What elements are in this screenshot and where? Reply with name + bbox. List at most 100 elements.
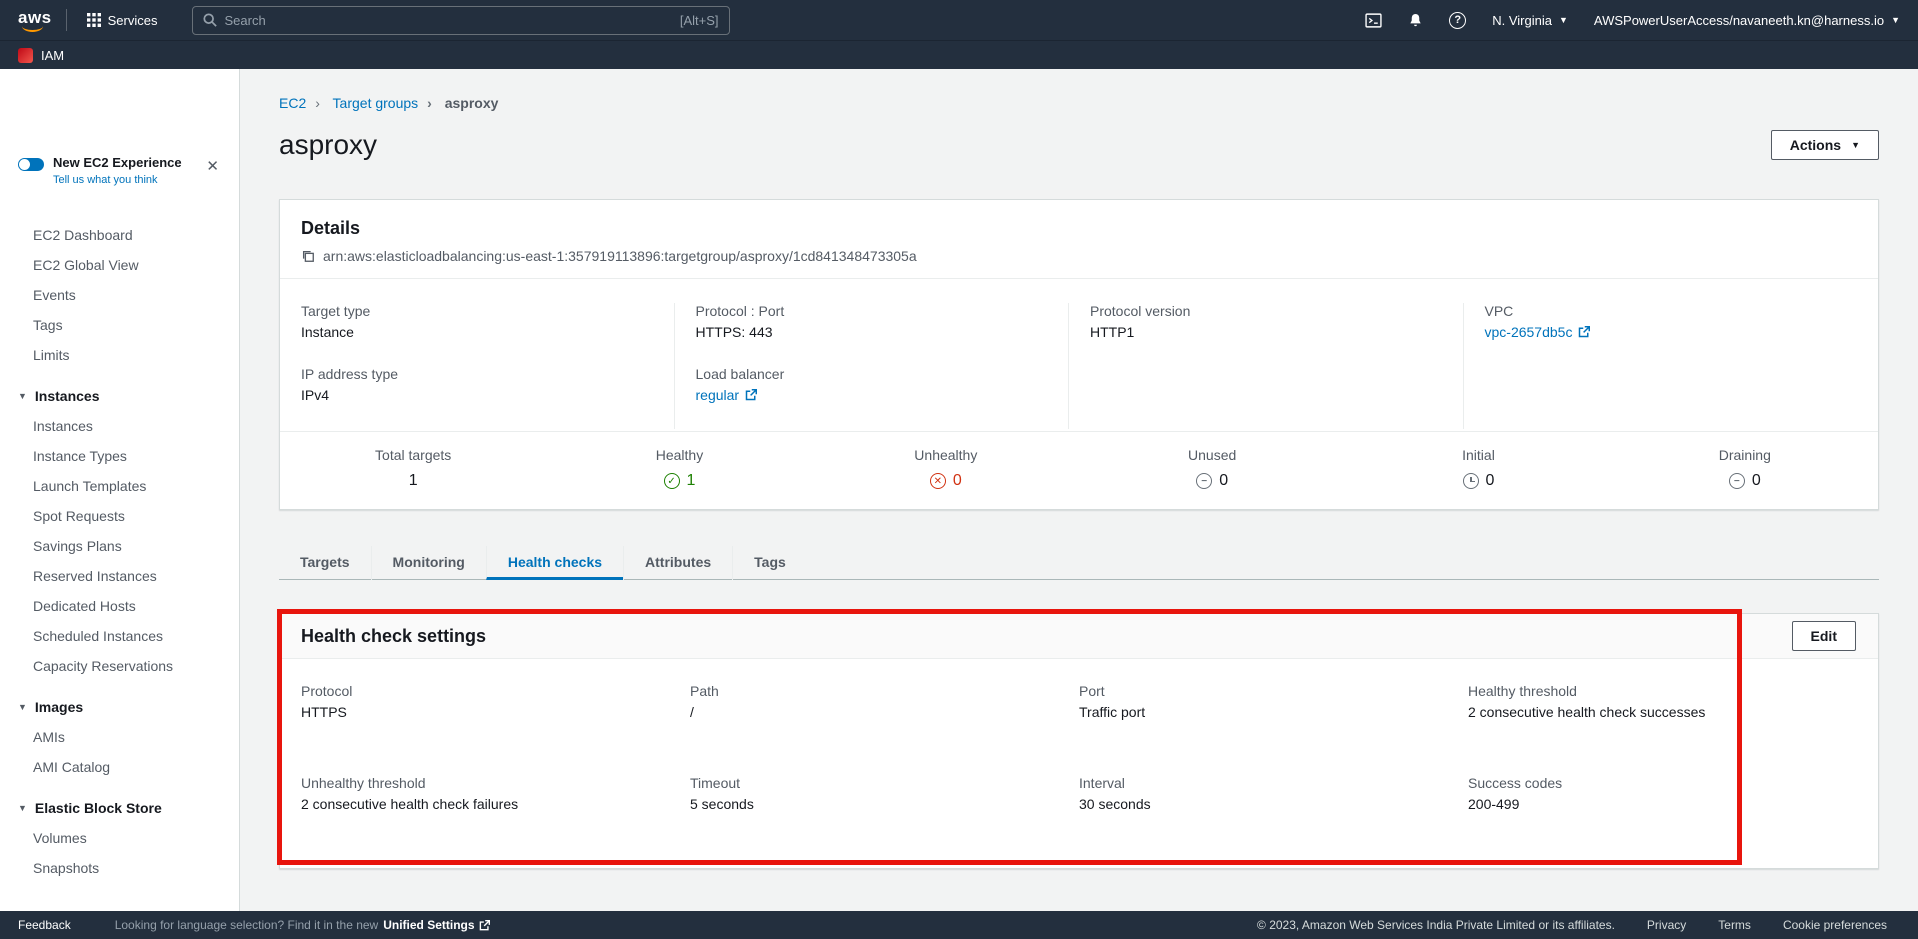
- new-experience-banner: New EC2 Experience Tell us what you thin…: [18, 155, 221, 186]
- sidebar-item[interactable]: ▼ Volumes: [0, 823, 239, 853]
- search-shortcut-hint: [Alt+S]: [680, 13, 719, 28]
- stat-label: Draining: [1612, 447, 1878, 463]
- search-input[interactable]: [225, 13, 672, 28]
- tab[interactable]: Health checks: [486, 546, 623, 580]
- field-target-type: Target type Instance: [301, 303, 674, 340]
- sidebar-item[interactable]: ▼ Capacity Reservations: [0, 651, 239, 681]
- field-hc-healthy-threshold: Healthy threshold 2 consecutive health c…: [1468, 683, 1857, 720]
- tab[interactable]: Targets: [279, 546, 371, 580]
- services-label: Services: [108, 13, 158, 28]
- cloudshell-icon[interactable]: [1365, 12, 1382, 29]
- health-check-card: Health check settings Edit Protocol HTTP…: [279, 613, 1879, 869]
- sidebar-item-label: Volumes: [33, 830, 87, 846]
- sidebar-item-label: Images: [35, 699, 83, 715]
- breadcrumb-item[interactable]: EC2: [279, 95, 306, 111]
- account-menu[interactable]: AWSPowerUserAccess/navaneeth.kn@harness.…: [1594, 13, 1900, 28]
- sidebar-item[interactable]: ▼ Instances: [0, 411, 239, 441]
- sidebar-item[interactable]: ▼ Limits: [0, 340, 239, 370]
- tab[interactable]: Monitoring: [371, 546, 486, 580]
- sidebar-item[interactable]: ▼ Instance Types: [0, 441, 239, 471]
- field-hc-interval: Interval 30 seconds: [1079, 775, 1468, 812]
- footer-right-group: © 2023, Amazon Web Services India Privat…: [1257, 918, 1887, 932]
- breadcrumb: EC2 Target groups asproxy: [279, 95, 1879, 111]
- stat-value: 0: [1486, 472, 1495, 490]
- feedback-link[interactable]: Feedback: [18, 918, 71, 932]
- field-hc-timeout: Timeout 5 seconds: [690, 775, 1079, 812]
- target-group-arn: arn:aws:elasticloadbalancing:us-east-1:3…: [323, 248, 917, 264]
- stat-label: Unhealthy: [813, 447, 1079, 463]
- sidebar-item[interactable]: ▼ EC2 Global View: [0, 250, 239, 280]
- details-card: Details arn:aws:elasticloadbalancing:us-…: [279, 199, 1879, 510]
- external-link-icon: [745, 389, 757, 401]
- copy-icon[interactable]: [301, 249, 315, 263]
- chevron-down-icon: ▼: [1891, 15, 1900, 25]
- sidebar-item[interactable]: ▼ Launch Templates: [0, 471, 239, 501]
- field-hc-port: Port Traffic port: [1079, 683, 1468, 720]
- copyright-text: © 2023, Amazon Web Services India Privat…: [1257, 918, 1615, 932]
- sidebar-item[interactable]: ▼ EC2 Dashboard: [0, 220, 239, 250]
- favorites-bar: IAM: [0, 40, 1918, 69]
- notifications-bell-icon[interactable]: [1408, 13, 1423, 28]
- services-menu-button[interactable]: Services: [81, 9, 164, 32]
- details-column: Protocol version HTTP1: [1068, 303, 1463, 429]
- sidebar-item[interactable]: ▼ Images: [0, 692, 239, 722]
- section-caret-icon: ▼: [18, 391, 27, 401]
- close-icon[interactable]: ✕: [206, 157, 219, 175]
- aws-logo[interactable]: aws: [18, 8, 52, 32]
- sidebar-item[interactable]: ▼ AMIs: [0, 722, 239, 752]
- sidebar-item[interactable]: ▼ Elastic Block Store: [0, 793, 239, 823]
- status-icon: [1196, 473, 1212, 489]
- actions-button[interactable]: Actions ▼: [1771, 130, 1879, 160]
- stat-value: 1: [687, 472, 696, 490]
- sidebar-item[interactable]: ▼ Instances: [0, 381, 239, 411]
- field-protocol-port: Protocol : Port HTTPS: 443: [696, 303, 1069, 340]
- stat-label: Total targets: [280, 447, 546, 463]
- footer-links: Privacy Terms Cookie preferences: [1647, 918, 1887, 932]
- stat-label: Healthy: [546, 447, 812, 463]
- tab-label: Tags: [754, 554, 786, 570]
- sidebar-item-label: AMIs: [33, 729, 65, 745]
- target-status-summary: Total targets 1 Healthy 1: [280, 431, 1878, 509]
- sidebar-item[interactable]: ▼ Events: [0, 280, 239, 310]
- footer-link[interactable]: Cookie preferences: [1783, 918, 1887, 932]
- sidebar-item[interactable]: ▼ Dedicated Hosts: [0, 591, 239, 621]
- tab-label: Health checks: [508, 554, 602, 570]
- footer-link[interactable]: Terms: [1718, 918, 1751, 932]
- tab[interactable]: Tags: [732, 546, 807, 580]
- sidebar-item[interactable]: ▼ Reserved Instances: [0, 561, 239, 591]
- new-experience-toggle[interactable]: [18, 158, 44, 171]
- tab[interactable]: Attributes: [623, 546, 732, 580]
- edit-button[interactable]: Edit: [1792, 621, 1856, 651]
- banner-feedback-link[interactable]: Tell us what you think: [53, 174, 182, 186]
- field-hc-protocol: Protocol HTTPS: [301, 683, 690, 720]
- footer-link[interactable]: Privacy: [1647, 918, 1686, 932]
- load-balancer-link[interactable]: regular: [696, 387, 758, 403]
- sidebar-item[interactable]: ▼ AMI Catalog: [0, 752, 239, 782]
- details-title: Details: [301, 218, 1857, 239]
- banner-title: New EC2 Experience: [53, 155, 182, 170]
- sidebar-item-label: Launch Templates: [33, 478, 146, 494]
- sidebar-item-label: Savings Plans: [33, 538, 122, 554]
- unified-settings-link[interactable]: Unified Settings: [383, 918, 489, 932]
- region-selector[interactable]: N. Virginia ▼: [1492, 13, 1568, 28]
- vpc-link[interactable]: vpc-2657db5c: [1485, 324, 1591, 340]
- global-search[interactable]: [Alt+S]: [192, 6, 730, 35]
- stat-label: Initial: [1345, 447, 1611, 463]
- status-stat: Total targets 1: [280, 432, 546, 509]
- iam-shortcut[interactable]: IAM: [41, 48, 64, 63]
- breadcrumb-item[interactable]: Target groups: [306, 95, 418, 111]
- breadcrumb-item[interactable]: asproxy: [418, 95, 498, 111]
- sidebar-item[interactable]: ▼ Savings Plans: [0, 531, 239, 561]
- sidebar-item[interactable]: ▼ Tags: [0, 310, 239, 340]
- sidebar-item[interactable]: ▼ Snapshots: [0, 853, 239, 883]
- help-icon[interactable]: ?: [1449, 12, 1466, 29]
- field-ip-address-type: IP address type IPv4: [301, 366, 674, 403]
- stat-value: 0: [1752, 472, 1761, 490]
- sidebar-item[interactable]: ▼ Scheduled Instances: [0, 621, 239, 651]
- sidebar-item-label: Instance Types: [33, 448, 127, 464]
- sidebar-item[interactable]: ▼ Spot Requests: [0, 501, 239, 531]
- external-link-icon: [479, 920, 490, 931]
- field-hc-path: Path /: [690, 683, 1079, 720]
- status-stat: Unused 0: [1079, 432, 1345, 509]
- sidebar-item-label: Reserved Instances: [33, 568, 157, 584]
